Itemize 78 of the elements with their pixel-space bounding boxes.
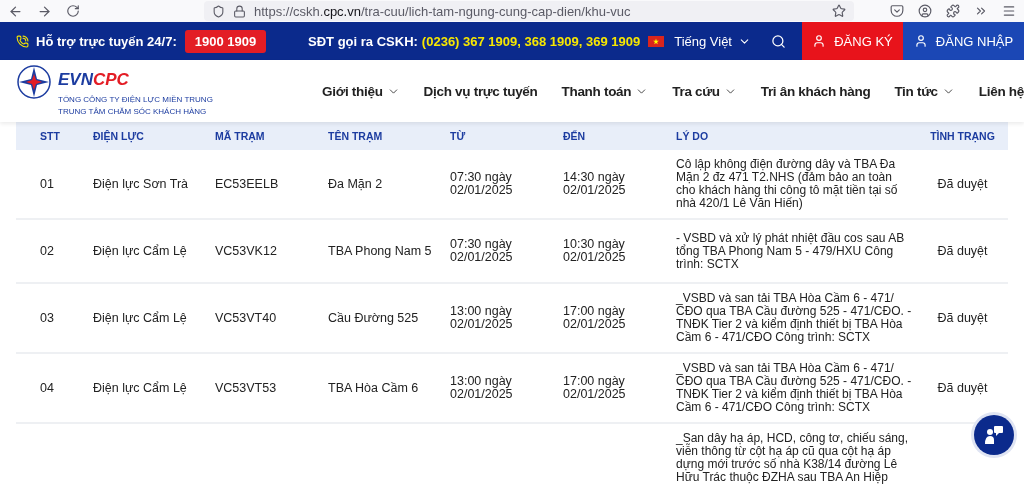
table-cell: 03 bbox=[40, 310, 54, 325]
nav-item[interactable]: Tra cứu bbox=[672, 83, 737, 99]
table-cell: _VSBD và san tải TBA Hòa Cầm 6 - 471/ CĐO qua TBA Cầu đường 525 - 471/CĐO. - TNĐK Tier 2 và kiểm định thiết bị TBA Hòa Cầm 6 - 471/CĐO Công trình: SCTX bbox=[676, 361, 912, 414]
phone-icon bbox=[16, 34, 29, 48]
table-cell: 17:00 ngày 02/01/2025 bbox=[563, 374, 626, 401]
nav-item[interactable]: Dịch vụ trực tuyến bbox=[423, 83, 538, 99]
table-cell: 17:00 ngày 02/01/2025 bbox=[563, 304, 626, 331]
nav-item[interactable]: Tri ân khách hàng bbox=[760, 83, 871, 99]
nav-item[interactable]: Tin tức bbox=[894, 83, 955, 99]
table-cell: 10:30 ngày 02/01/2025 bbox=[563, 237, 626, 264]
table-cell: Điện lực Cẩm Lệ bbox=[93, 243, 187, 258]
column-header[interactable]: MÃ TRẠM bbox=[215, 130, 328, 142]
table-cell: _San dây hạ áp, HCD, công tơ, chiếu sáng, viễn thông từ cột hạ áp cũ qua cột hạ áp dựng mới trước số nhà K38/14 đường Lê Hữu Trác thuộc ĐZHA sau TBA An Hiệp bbox=[676, 431, 908, 484]
table-cell: Đa Mặn 2 bbox=[328, 176, 383, 191]
cskh-numbers: (0236) 367 1909, 368 1909, 369 1909 bbox=[421, 33, 641, 49]
table-cell: 07:30 ngày 02/01/2025 bbox=[450, 170, 513, 197]
table-cell: VC53VK12 bbox=[215, 243, 277, 258]
table-cell: VC53VT40 bbox=[215, 310, 277, 325]
table-cell: _VSBD và san tải TBA Hòa Cầm 6 - 471/ CĐO qua TBA Cầu đường 525 - 471/CĐO. - TNĐK Tier 2 và kiểm định thiết bị TBA Hòa Cầm 6 - 471/CĐO Công trình: SCTX bbox=[676, 291, 912, 344]
reload-icon[interactable] bbox=[66, 4, 80, 18]
support-agent-icon bbox=[983, 424, 1005, 446]
status-text: Đã duyệt bbox=[937, 380, 988, 395]
nav-item[interactable]: Thanh toán bbox=[561, 83, 649, 99]
column-header[interactable]: TÊN TRẠM bbox=[328, 130, 450, 142]
shield-icon[interactable] bbox=[212, 4, 225, 18]
language-dropdown[interactable]: Tiếng Việt bbox=[674, 33, 751, 49]
brand-logo: EVNCPC bbox=[58, 70, 130, 90]
menu-icon[interactable] bbox=[1002, 4, 1016, 18]
table-cell: Cô lập không điện đường dây và TBA Đa Mặn 2 đz 471 T2.NHS (đảm bảo an toàn cho khách hàng thi công tô mặt tiền tại số nhà 420/1 Lê Văn Hiến) bbox=[676, 157, 898, 210]
table-cell: 02 bbox=[40, 243, 54, 258]
company-name: TỔNG CÔNG TY ĐIỆN LỰC MIỀN TRUNG bbox=[58, 94, 213, 106]
table-cell: TBA Hòa Cầm 6 bbox=[328, 380, 419, 395]
table-cell: 04 bbox=[40, 380, 54, 395]
table-cell: Điện lực Sơn Trà bbox=[93, 176, 189, 191]
login-button[interactable]: ĐĂNG NHẬP bbox=[903, 22, 1024, 60]
hotline-badge[interactable]: 1900 1909 bbox=[184, 29, 267, 53]
cskh-label: SĐT gọi ra CSKH: bbox=[308, 33, 418, 49]
address-bar[interactable]: https://cskh.cpc.vn/tra-cuu/lich-tam-ngung-cung-cap-dien/khu-vuc bbox=[204, 1, 854, 21]
table-cell: - VSBD và xử lý phát nhiệt đầu cos sau AB tổng TBA Phong Nam 5 - 479/HXU Công trình: SCTX bbox=[676, 230, 905, 271]
table-cell: Điện lực Cẩm Lệ bbox=[93, 380, 187, 395]
search-icon[interactable] bbox=[771, 33, 786, 49]
column-header[interactable]: TÌNH TRẠNG bbox=[920, 130, 1005, 142]
column-header[interactable]: STT bbox=[16, 130, 93, 142]
table-cell: 14:30 ngày 02/01/2025 bbox=[563, 170, 626, 197]
center-name: TRUNG TÂM CHĂM SÓC KHÁCH HÀNG bbox=[58, 106, 208, 118]
column-header[interactable]: TỪ bbox=[450, 130, 563, 142]
status-text: Đã duyệt bbox=[937, 310, 988, 325]
table-cell: TBA Phong Nam 5 bbox=[328, 243, 432, 258]
overflow-icon[interactable] bbox=[974, 4, 988, 18]
table-cell: Điện lực Cẩm Lệ bbox=[93, 310, 187, 325]
back-icon[interactable] bbox=[8, 3, 23, 19]
nav-item[interactable]: Giới thiệu bbox=[322, 83, 400, 99]
status-text: Đã duyệt bbox=[937, 176, 988, 191]
flag-icon bbox=[648, 35, 665, 47]
status-text: Đã duyệt bbox=[937, 243, 988, 258]
chat-support-button[interactable] bbox=[974, 415, 1014, 455]
table-cell: VC53VT53 bbox=[215, 380, 277, 395]
column-header[interactable]: LÝ DO bbox=[676, 130, 920, 142]
table-cell: 13:00 ngày 02/01/2025 bbox=[450, 304, 513, 331]
nav-item[interactable]: Liên hệ bbox=[978, 83, 1024, 99]
column-header[interactable]: ĐIỆN LỰC bbox=[93, 130, 215, 142]
forward-icon[interactable] bbox=[37, 3, 52, 19]
table-cell: EC53EELB bbox=[215, 176, 279, 191]
account-icon[interactable] bbox=[918, 4, 932, 18]
column-header[interactable]: ĐẾN bbox=[563, 130, 676, 142]
extensions-icon[interactable] bbox=[946, 4, 960, 18]
pocket-icon[interactable] bbox=[890, 4, 904, 18]
lock-icon bbox=[233, 4, 246, 18]
table-cell: Cầu Đường 525 bbox=[328, 310, 419, 325]
table-cell: 01 bbox=[40, 176, 54, 191]
table-cell: 07:30 ngày 02/01/2025 bbox=[450, 237, 513, 264]
user-icon bbox=[913, 34, 928, 48]
bookmark-star-icon[interactable] bbox=[832, 4, 846, 18]
support-label: Hỗ trợ trực tuyến 24/7: bbox=[36, 33, 177, 49]
register-button[interactable]: ĐĂNG KÝ bbox=[802, 22, 903, 60]
user-icon bbox=[812, 34, 827, 48]
logo-icon bbox=[16, 64, 52, 100]
table-cell: 13:00 ngày 02/01/2025 bbox=[450, 374, 513, 401]
